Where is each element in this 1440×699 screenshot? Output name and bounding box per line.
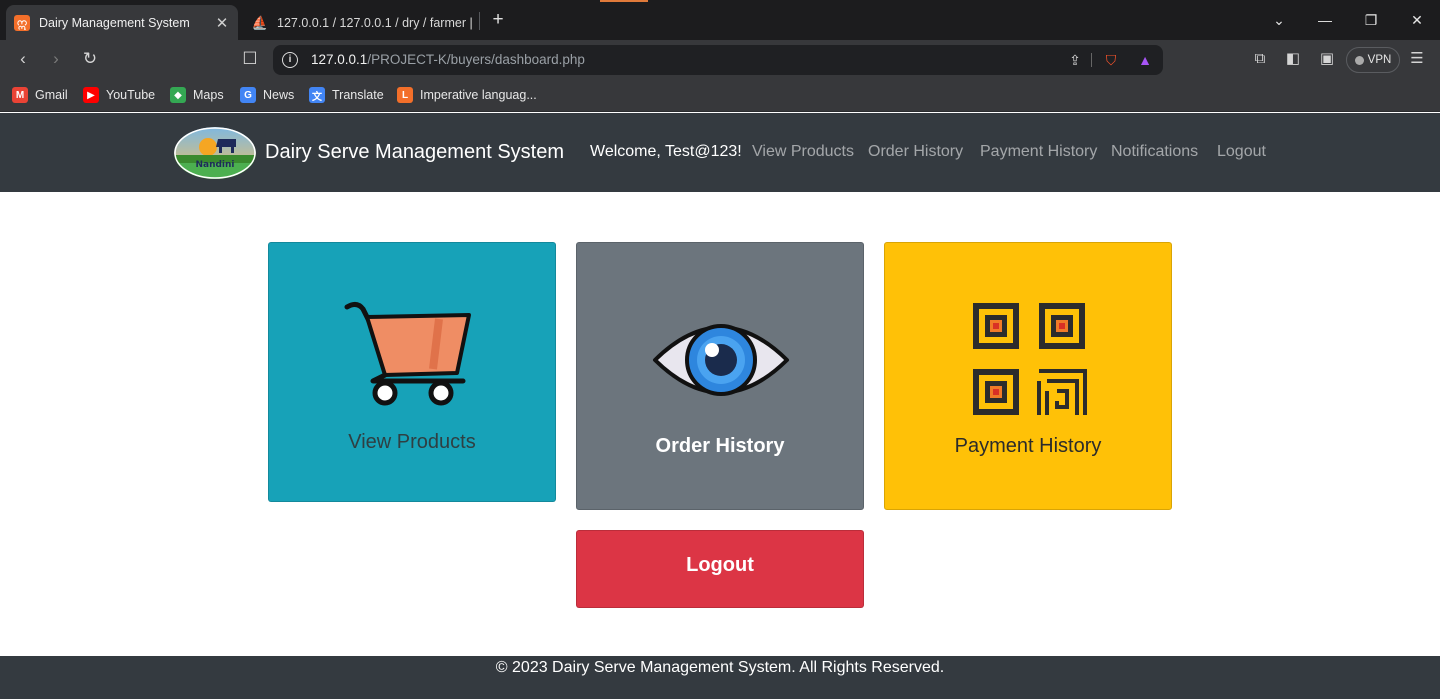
browser-toolbar: ‹ › ↻ ☐ i 127.0.0.1/PROJECT-K/buyers/das… bbox=[0, 40, 1440, 78]
minimize-button[interactable]: — bbox=[1310, 7, 1340, 33]
tab-title: Dairy Management System bbox=[39, 15, 190, 30]
back-button[interactable]: ‹ bbox=[9, 46, 37, 72]
url-path: /PROJECT-K/buyers/dashboard.php bbox=[367, 52, 585, 67]
nav-order-history[interactable]: Order History bbox=[868, 143, 963, 161]
tab-strip-highlight bbox=[600, 0, 648, 2]
brave-rewards-icon[interactable]: ▲ bbox=[1135, 50, 1155, 70]
vpn-status-icon bbox=[1354, 55, 1364, 65]
browser-tab-strip: ဣ Dairy Management System ✕ ⛵ 127.0.0.1 … bbox=[0, 0, 1440, 40]
brave-shields-icon[interactable]: ⛉ bbox=[1101, 50, 1121, 70]
logout-label: Logout bbox=[686, 554, 754, 576]
bookmark-label: Maps bbox=[193, 88, 224, 102]
nav-view-products[interactable]: View Products bbox=[752, 143, 854, 161]
menu-icon[interactable]: ☰ bbox=[1405, 48, 1429, 70]
restore-button[interactable]: ❐ bbox=[1356, 7, 1386, 33]
site-footer: © 2023 Dairy Serve Management System. Al… bbox=[0, 656, 1440, 699]
url-text[interactable]: 127.0.0.1/PROJECT-K/buyers/dashboard.php bbox=[311, 52, 585, 67]
payment-history-label: Payment History bbox=[954, 435, 1102, 457]
site-navbar: Nandini Dairy Serve Management System We… bbox=[0, 113, 1440, 192]
phpmyadmin-icon: ⛵ bbox=[251, 14, 269, 30]
eye-icon bbox=[653, 324, 789, 396]
reload-button[interactable]: ↻ bbox=[76, 46, 104, 72]
view-products-card[interactable]: View Products bbox=[268, 242, 556, 502]
bookmark-label: News bbox=[263, 88, 295, 102]
tab-separator bbox=[479, 12, 480, 30]
bookmark-icon[interactable]: ☐ bbox=[236, 46, 264, 72]
url-host: 127.0.0.1 bbox=[311, 52, 368, 67]
payment-history-card[interactable]: Payment History bbox=[884, 242, 1172, 510]
nav-payment-history[interactable]: Payment History bbox=[980, 143, 1097, 161]
youtube-icon: ▶ bbox=[83, 87, 99, 103]
forward-button[interactable]: › bbox=[42, 46, 70, 72]
bookmark-maps[interactable]: ◆ Maps bbox=[170, 86, 224, 104]
bookmark-youtube[interactable]: ▶ YouTube bbox=[83, 86, 155, 104]
bookmark-label: Imperative languag... bbox=[420, 88, 537, 102]
extensions-icon[interactable]: ⧉ bbox=[1248, 48, 1272, 70]
site-info-icon[interactable]: i bbox=[282, 52, 298, 68]
gmail-icon: M bbox=[12, 87, 28, 103]
omnibox-separator bbox=[1091, 53, 1092, 67]
tab-dairy-management[interactable]: ဣ Dairy Management System ✕ bbox=[6, 5, 238, 40]
bookmark-translate[interactable]: 文 Translate bbox=[309, 86, 384, 104]
translate-icon: 文 bbox=[309, 87, 325, 103]
nav-welcome-text: Welcome, Test@123! bbox=[590, 143, 742, 160]
view-products-label: View Products bbox=[348, 431, 476, 453]
maps-icon: ◆ bbox=[170, 87, 186, 103]
bookmark-imperative[interactable]: L Imperative languag... bbox=[397, 86, 537, 104]
nav-logout[interactable]: Logout bbox=[1217, 143, 1266, 161]
tab-phpmyadmin[interactable]: ⛵ 127.0.0.1 / 127.0.0.1 / dry / farmer |… bbox=[244, 5, 476, 40]
vpn-label: VPN bbox=[1367, 54, 1392, 66]
bookmarks-bar: M Gmail ▶ YouTube ◆ Maps G News 文 Translate L… bbox=[0, 78, 1440, 112]
qr-code-icon bbox=[973, 303, 1087, 415]
order-history-card[interactable]: Order History bbox=[576, 242, 864, 510]
new-tab-button[interactable]: + bbox=[487, 8, 509, 32]
order-history-label: Order History bbox=[655, 435, 785, 457]
sidebar-icon[interactable]: ◧ bbox=[1281, 48, 1305, 70]
xampp-icon: ဣ bbox=[14, 14, 30, 31]
tab-search-chevron-icon[interactable]: ⌄ bbox=[1264, 7, 1294, 33]
site-brand[interactable]: Dairy Serve Management System bbox=[265, 141, 564, 164]
svg-text:Nandini: Nandini bbox=[195, 160, 234, 170]
vpn-button[interactable]: VPN bbox=[1346, 47, 1400, 73]
logout-card[interactable]: Logout bbox=[576, 530, 864, 608]
wallet-icon[interactable]: ▣ bbox=[1315, 48, 1339, 70]
bookmark-label: Translate bbox=[332, 88, 384, 102]
imperative-icon: L bbox=[397, 87, 413, 103]
bookmark-label: Gmail bbox=[35, 88, 68, 102]
dairy-logo[interactable]: Nandini bbox=[174, 127, 256, 179]
bookmark-label: YouTube bbox=[106, 88, 156, 102]
nav-notifications[interactable]: Notifications bbox=[1111, 143, 1198, 161]
bookmark-gmail[interactable]: M Gmail bbox=[12, 86, 68, 104]
news-icon: G bbox=[240, 87, 256, 103]
tab-title: 127.0.0.1 / 127.0.0.1 / dry / farmer | p bbox=[277, 15, 476, 30]
close-window-button[interactable]: ✕ bbox=[1402, 7, 1432, 33]
address-bar[interactable]: i 127.0.0.1/PROJECT-K/buyers/dashboard.p… bbox=[273, 45, 1163, 75]
bookmark-news[interactable]: G News bbox=[240, 86, 294, 104]
share-icon[interactable]: ⇪ bbox=[1065, 50, 1085, 70]
footer-text: © 2023 Dairy Serve Management System. Al… bbox=[495, 659, 945, 676]
shopping-cart-icon bbox=[344, 301, 471, 406]
close-tab-icon[interactable]: ✕ bbox=[212, 14, 232, 32]
